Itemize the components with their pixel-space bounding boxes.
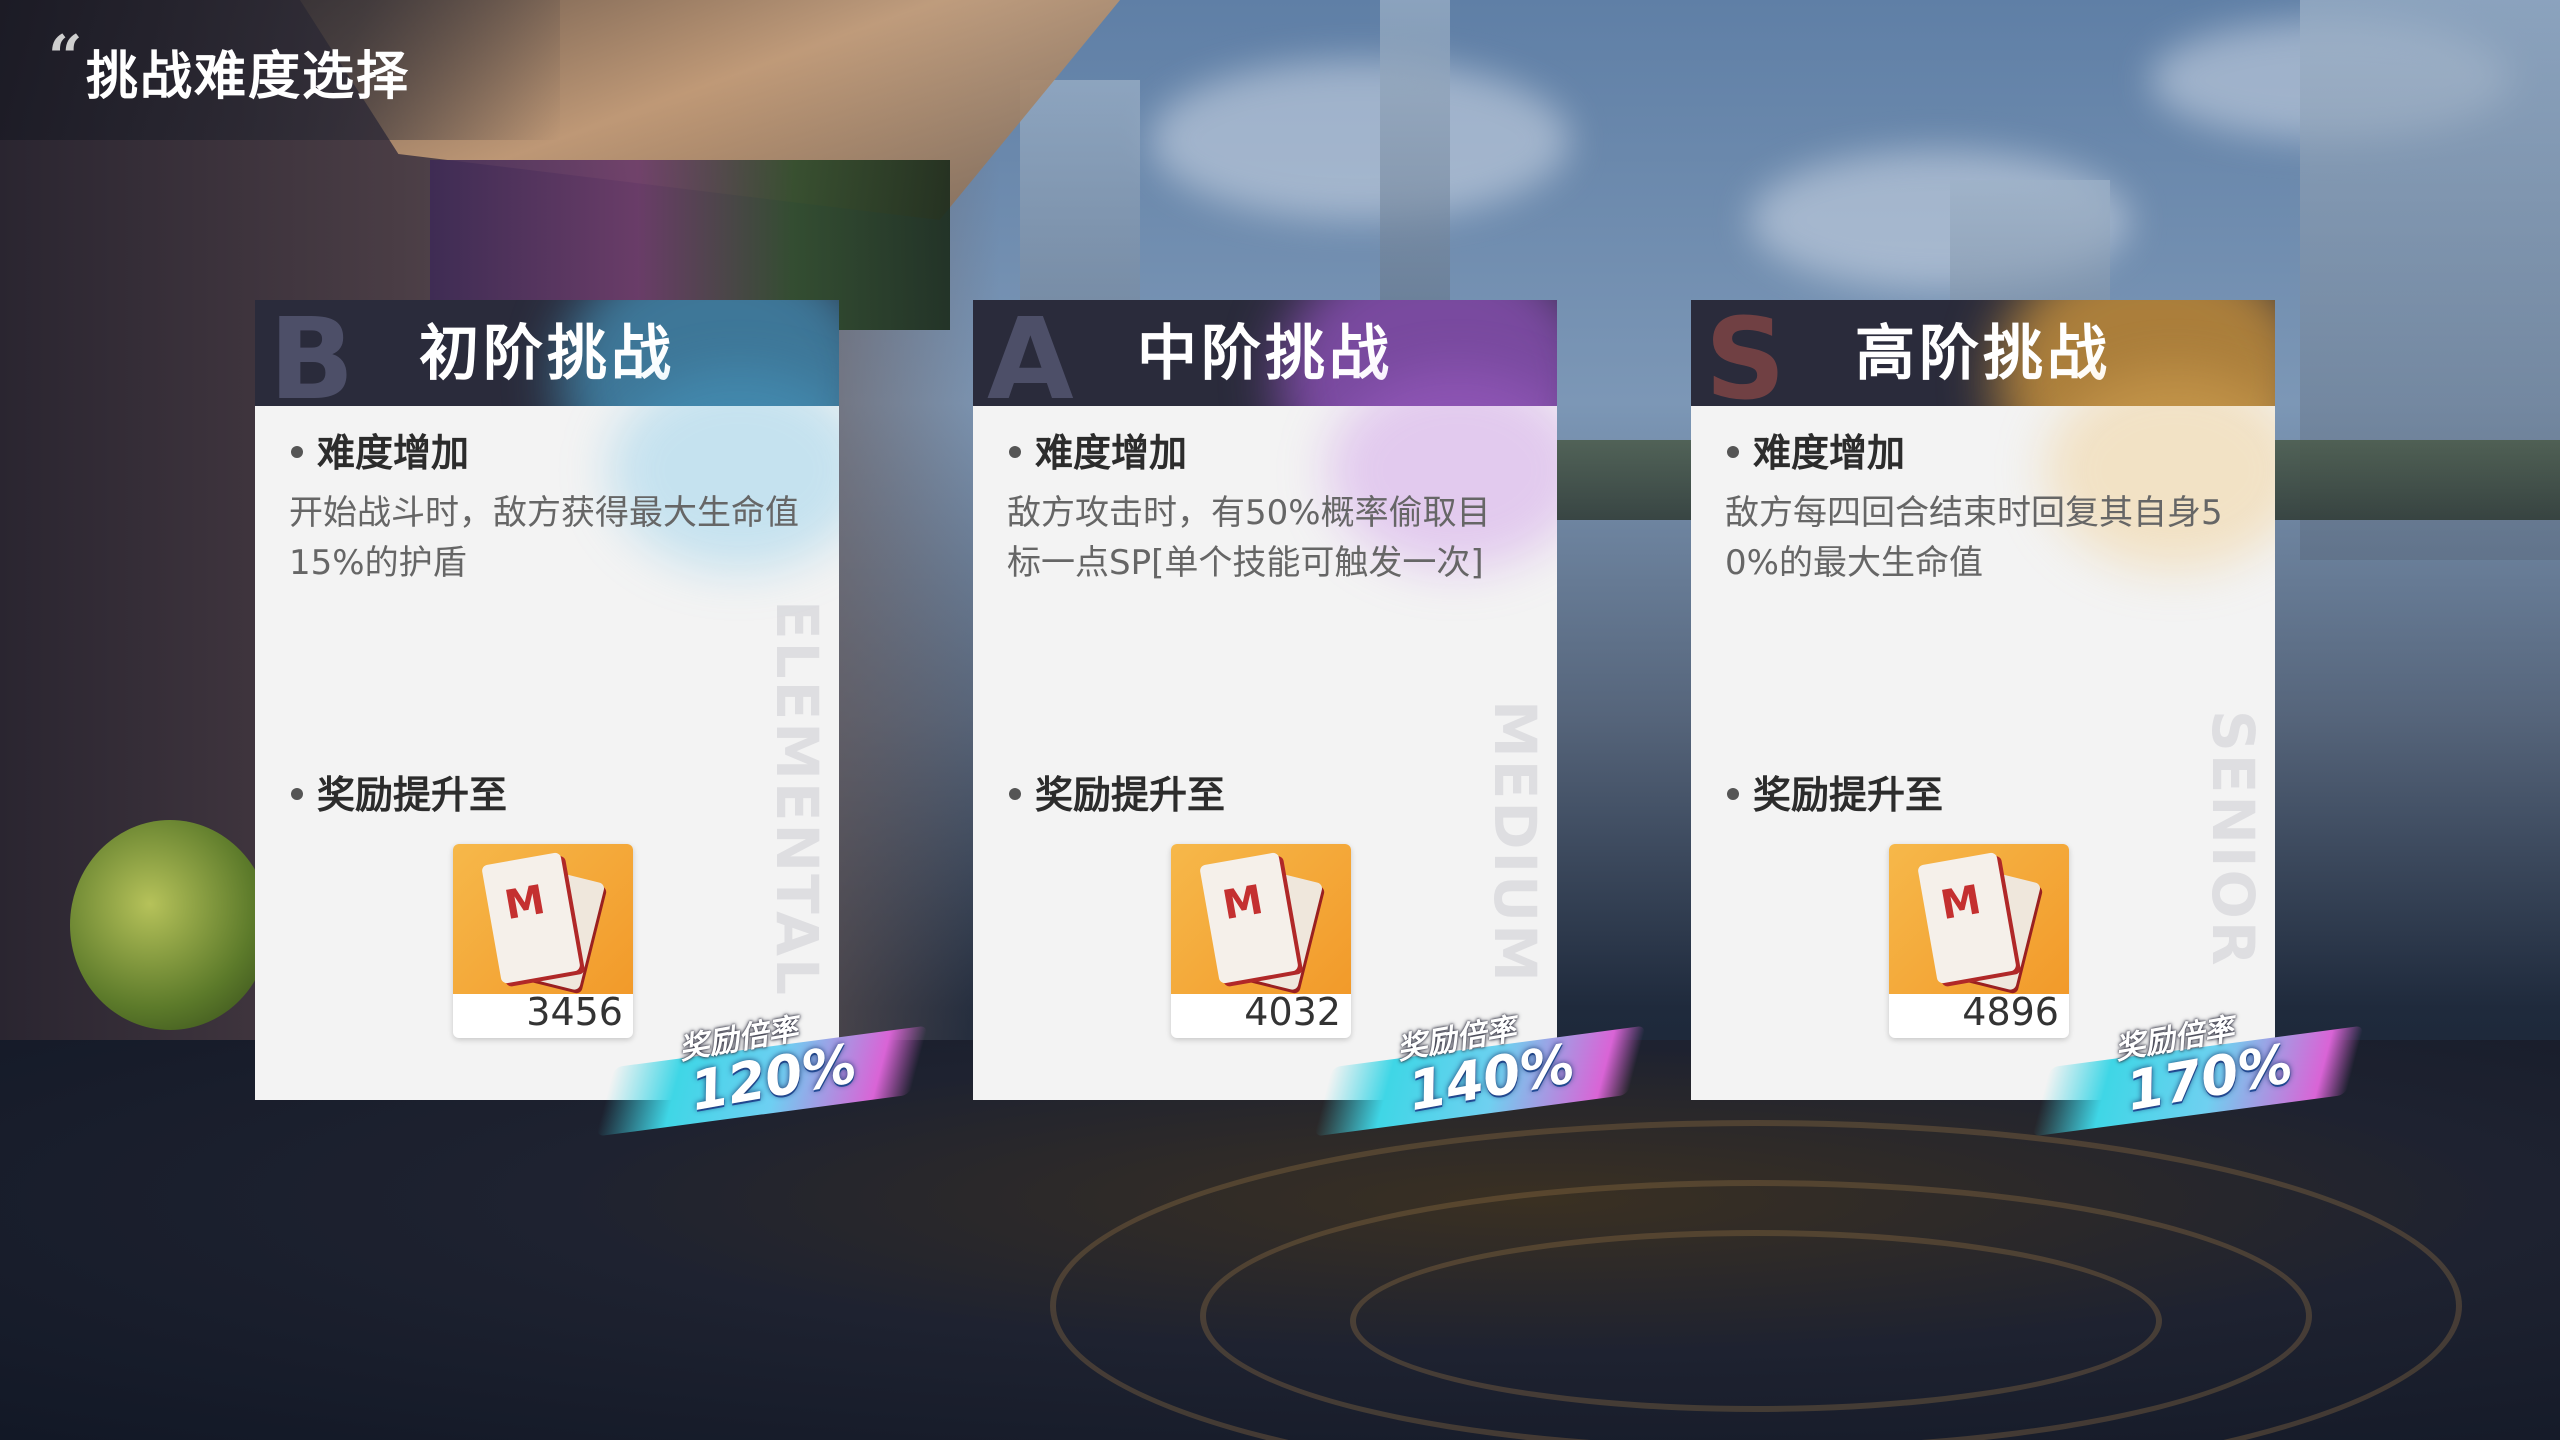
reward-heading: 奖励提升至	[1727, 770, 1943, 820]
difficulty-description: 敌方攻击时，有50%概率偷取目标一点SP[单个技能可触发一次]	[1007, 493, 1491, 583]
bullet-icon	[1009, 787, 1021, 800]
difficulty-description: 开始战斗时，敌方获得最大生命值15%的护盾	[289, 493, 799, 583]
difficulty-heading: 难度增加	[1727, 428, 1905, 478]
ticket-icon: M	[1171, 844, 1351, 994]
multiplier-badge: 奖励倍率 170%	[2031, 1010, 2365, 1137]
difficulty-heading: 难度增加	[291, 428, 469, 478]
difficulty-heading: 难度增加	[1009, 428, 1187, 478]
bullet-icon	[291, 787, 303, 800]
multiplier-badge: 奖励倍率 120%	[595, 1010, 929, 1137]
bullet-icon	[1727, 445, 1739, 458]
bullet-icon	[1009, 445, 1021, 458]
card-vertical-label: MEDIUM	[1481, 700, 1549, 984]
reward-item[interactable]: M 3456	[453, 844, 633, 1038]
reward-count: 3456	[526, 990, 623, 1034]
reward-count: 4032	[1244, 990, 1341, 1034]
reward-heading: 奖励提升至	[291, 770, 507, 820]
difficulty-card-medium[interactable]: A 中阶挑战 MEDIUM 难度增加 敌方攻击时，有50%概率偷取目标一点SP[…	[973, 300, 1557, 1100]
ticket-icon: M	[1889, 844, 2069, 994]
difficulty-description: 敌方每四回合结束时回复其自身50%的最大生命值	[1725, 493, 2223, 583]
card-vertical-label: ELEMENTAL	[763, 600, 831, 997]
ticket-icon: M	[453, 844, 633, 994]
quote-mark-icon: “	[48, 23, 83, 93]
reward-heading: 奖励提升至	[1009, 770, 1225, 820]
reward-count: 4896	[1962, 990, 2059, 1034]
reward-item[interactable]: M 4896	[1889, 844, 2069, 1038]
bullet-icon	[291, 445, 303, 458]
bullet-icon	[1727, 787, 1739, 800]
page-title: 挑战难度选择	[86, 47, 411, 107]
card-vertical-label: SENIOR	[2199, 710, 2267, 968]
difficulty-card-elemental[interactable]: B 初阶挑战 ELEMENTAL 难度增加 开始战斗时，敌方获得最大生命值15%…	[255, 300, 839, 1100]
multiplier-badge: 奖励倍率 140%	[1313, 1010, 1647, 1137]
difficulty-card-senior[interactable]: S 高阶挑战 SENIOR 难度增加 敌方每四回合结束时回复其自身50%的最大生…	[1691, 300, 2275, 1100]
reward-item[interactable]: M 4032	[1171, 844, 1351, 1038]
